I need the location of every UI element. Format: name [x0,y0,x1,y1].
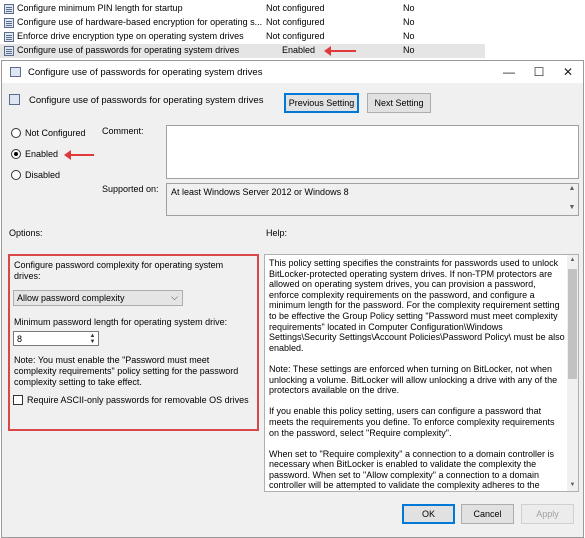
policy-state: Enabled [282,45,316,55]
title-bar[interactable]: Configure use of passwords for operating… [2,61,583,83]
options-pane: Configure password complexity for operat… [8,254,259,431]
policy-row[interactable]: Configure use of hardware-based encrypti… [0,16,585,30]
policy-state: Not configured [266,31,325,41]
ascii-only-checkbox[interactable] [13,395,23,405]
window-title: Configure use of passwords for operating… [28,67,263,78]
spinner-value: 8 [17,334,23,344]
radio-label: Disabled [25,170,61,180]
dropdown-value: Allow password complexity [17,293,125,303]
radio-circle-selected[interactable] [11,149,21,159]
policy-name: Configure use of passwords for operating… [17,45,240,55]
spin-down-icon[interactable]: ▼ [88,339,97,345]
scroll-down-icon[interactable]: ▼ [567,480,578,491]
radio-label: Enabled [25,149,59,159]
policy-setting-icon [10,67,21,77]
help-paragraph: Note: These settings are enforced when t… [269,363,558,396]
policy-row[interactable]: Enforce drive encryption type on operati… [0,30,585,44]
policy-row[interactable]: Configure minimum PIN length for startup… [0,2,585,16]
policy-dialog: Configure use of passwords for operating… [1,60,584,538]
help-text: This policy setting specifies the constr… [269,258,565,491]
close-icon[interactable]: ✕ [553,61,583,83]
comment-field[interactable] [166,125,579,179]
scroll-up-icon[interactable]: ▲ [567,255,578,266]
supported-on-field: At least Windows Server 2012 or Windows … [166,183,579,216]
policy-setting-icon [4,18,14,28]
next-setting-button[interactable]: Next Setting [367,93,431,113]
help-label: Help: [266,228,288,238]
scroll-down-icon[interactable]: ▼ [567,204,577,214]
ascii-only-label: Require ASCII-only passwords for removab… [27,395,249,405]
policy-row-selected[interactable]: Configure use of passwords for operating… [0,44,485,58]
policy-state: Not configured [266,17,325,27]
policy-name: Configure minimum PIN length for startup [17,3,183,13]
min-length-spinner[interactable]: 8 ▲ ▼ [13,331,99,346]
help-paragraph: This policy setting specifies the constr… [269,258,565,353]
options-label: Options: [9,228,43,238]
apply-button[interactable]: Apply [521,504,574,524]
comment-label: Comment: [102,126,144,136]
ok-button[interactable]: OK [402,504,455,524]
previous-setting-button[interactable]: Previous Setting [284,93,359,113]
complexity-note: Note: You must enable the "Password must… [14,355,239,387]
annotation-arrow-icon [64,150,94,160]
policy-name: Configure use of hardware-based encrypti… [17,17,263,27]
scroll-thumb[interactable] [568,269,577,379]
policy-setting-icon [4,32,14,42]
policy-comment: No [403,3,415,13]
help-paragraph: If you enable this policy setting, users… [269,406,555,438]
maximize-icon[interactable]: ☐ [524,61,554,83]
annotation-arrow-icon [324,46,356,56]
scroll-up-icon[interactable]: ▲ [567,185,577,195]
supported-on-value: At least Windows Server 2012 or Windows … [171,187,349,197]
policy-comment: No [403,17,415,27]
policy-list: Configure minimum PIN length for startup… [0,0,585,60]
radio-label: Not Configured [25,128,86,138]
help-scrollbar[interactable]: ▲ ▼ [567,255,578,491]
radio-circle[interactable] [11,170,21,180]
chevron-down-icon: ⌵ [171,292,178,302]
policy-comment: No [403,31,415,41]
min-length-label: Minimum password length for operating sy… [14,317,228,327]
supported-on-label: Supported on: [102,184,159,194]
radio-circle[interactable] [11,128,21,138]
complexity-dropdown[interactable]: Allow password complexity ⌵ [13,290,183,306]
cancel-button[interactable]: Cancel [461,504,514,524]
minimize-icon[interactable]: — [494,61,524,83]
policy-setting-icon [9,94,20,105]
policy-comment: No [403,45,415,55]
complexity-label: Configure password complexity for operat… [14,260,224,281]
policy-setting-icon [4,46,14,56]
help-paragraph: When set to "Require complexity" a conne… [269,448,555,491]
help-pane[interactable]: This policy setting specifies the constr… [264,254,579,492]
policy-state: Not configured [266,3,325,13]
policy-setting-icon [4,4,14,14]
setting-header: Configure use of passwords for operating… [29,95,264,106]
policy-name: Enforce drive encryption type on operati… [17,31,244,41]
